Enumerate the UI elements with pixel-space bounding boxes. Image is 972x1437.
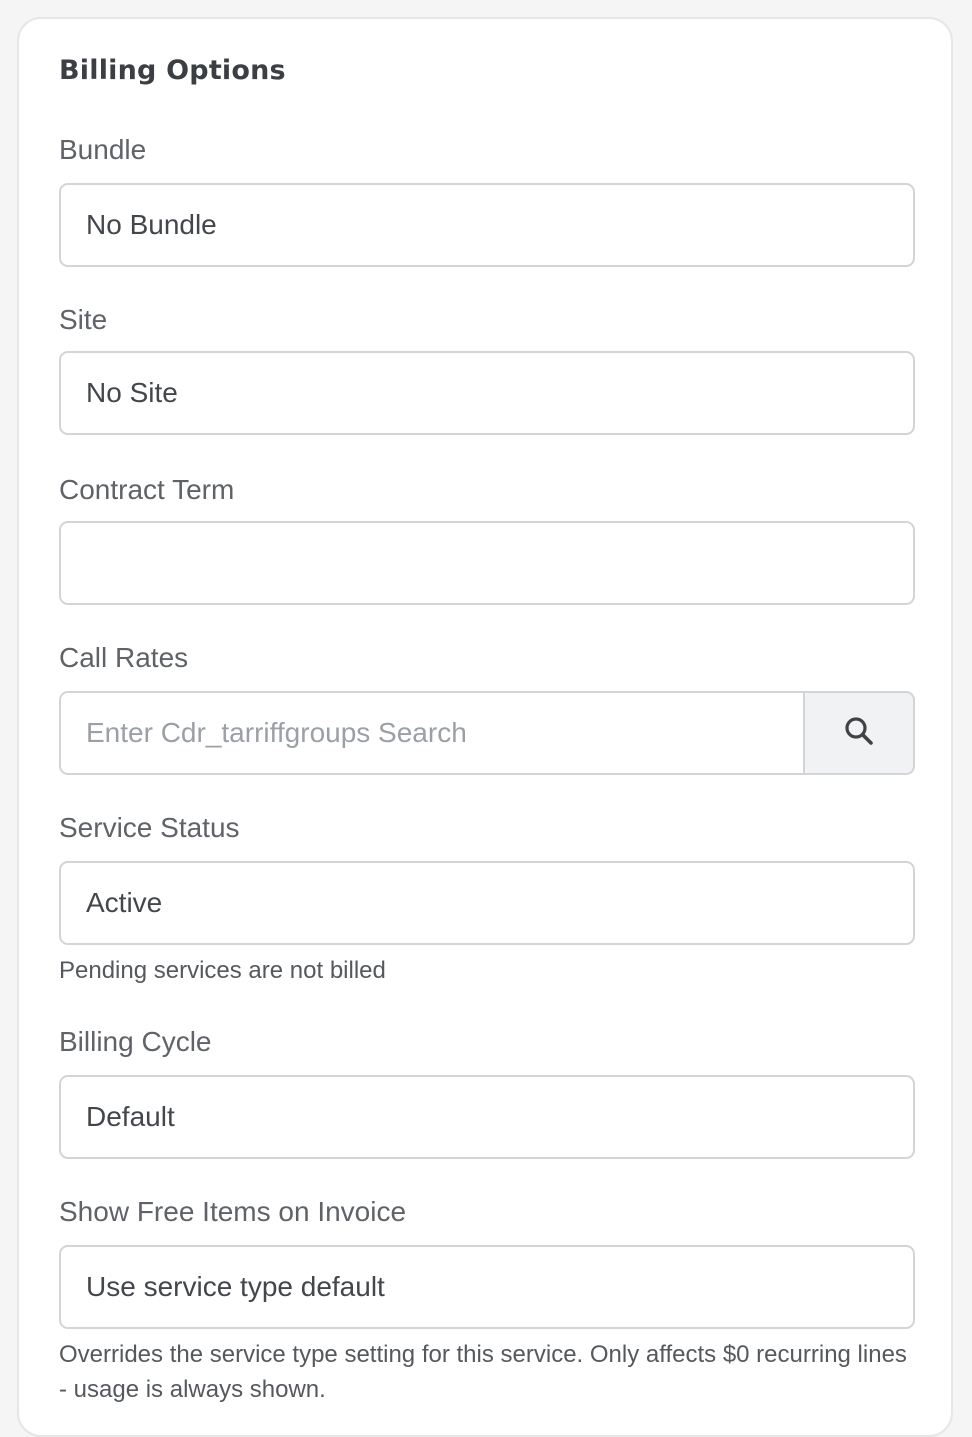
billing-cycle-label: Billing Cycle <box>59 1026 212 1057</box>
billing-options-card: Billing Options Bundle No Bundle Site No… <box>17 17 953 1437</box>
call-rates-label: Call Rates <box>59 642 189 673</box>
site-label: Site <box>59 304 108 335</box>
service-status-select-value: Active <box>86 887 163 918</box>
service-status-select[interactable]: Active <box>59 861 915 945</box>
contract-term-label: Contract Term <box>59 474 235 505</box>
billing-cycle-select[interactable]: Default <box>59 1075 915 1159</box>
show-free-items-label: Show Free Items on Invoice <box>59 1196 407 1227</box>
service-status-label: Service Status <box>59 812 240 843</box>
call-rates-search-input[interactable] <box>59 691 803 775</box>
bundle-label: Bundle <box>59 134 147 165</box>
search-icon <box>843 715 875 752</box>
show-free-items-select-value: Use service type default <box>86 1271 385 1302</box>
call-rates-input-group <box>59 691 915 775</box>
call-rates-search-button[interactable] <box>803 691 915 775</box>
service-status-help: Pending services are not billed <box>59 957 386 984</box>
show-free-items-select[interactable]: Use service type default <box>59 1245 915 1329</box>
contract-term-select[interactable] <box>59 521 915 605</box>
bundle-select[interactable]: No Bundle <box>59 183 915 267</box>
site-select-value: No Site <box>86 377 178 408</box>
bundle-select-value: No Bundle <box>86 209 217 240</box>
billing-cycle-select-value: Default <box>86 1101 175 1132</box>
site-select[interactable]: No Site <box>59 351 915 435</box>
show-free-items-help: Overrides the service type setting for t… <box>59 1341 907 1403</box>
section-title: Billing Options <box>59 55 286 86</box>
